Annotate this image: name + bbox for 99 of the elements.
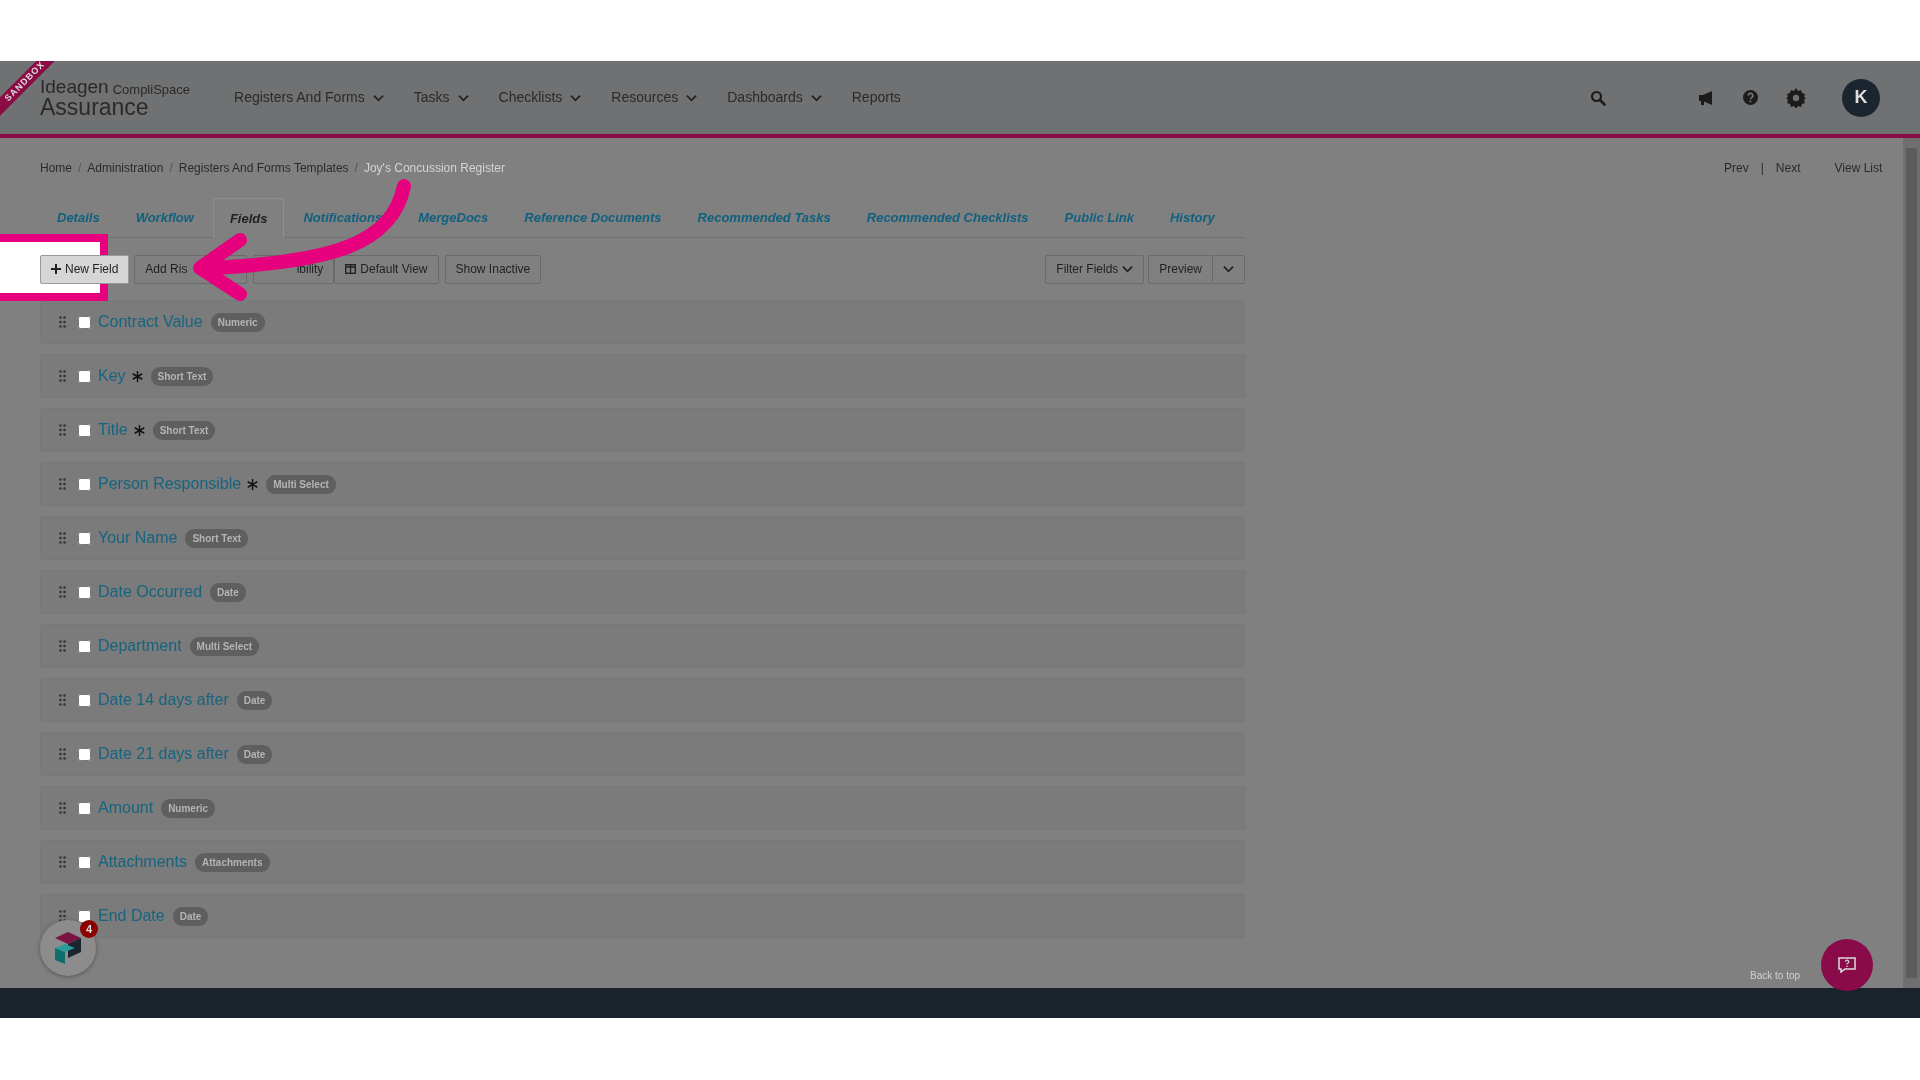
toolbar-button[interactable]: New Field (40, 254, 130, 284)
toolbar-button[interactable]: Default View (334, 254, 439, 284)
checkbox[interactable] (78, 369, 91, 383)
tab[interactable]: History (1164, 196, 1220, 237)
field-type-badge: Numeric (161, 798, 216, 818)
filter-dropdown[interactable]: Filter Fields (1045, 254, 1145, 284)
drag-handle-icon[interactable] (59, 586, 66, 598)
view-list-link[interactable]: View List (1834, 161, 1883, 175)
drag-handle-icon[interactable] (59, 532, 66, 544)
nav-menu-item[interactable]: Registers And Forms (234, 87, 384, 108)
field-type-badge: Date (236, 744, 273, 764)
checkbox[interactable] (78, 693, 91, 707)
checkbox[interactable] (78, 855, 91, 869)
field-name-link[interactable]: Date Occurred (98, 580, 203, 604)
field-name-link[interactable]: Date 21 days after (98, 742, 229, 766)
drag-handle-icon[interactable] (59, 802, 66, 814)
settings-icon[interactable] (1786, 87, 1806, 108)
breadcrumb-link[interactable]: Home (40, 161, 72, 188)
columns-icon (345, 264, 357, 274)
field-type-badge: Multi Select (266, 474, 336, 494)
breadcrumb-link[interactable]: Registers And Forms Templates (178, 161, 349, 188)
drag-handle-icon[interactable] (59, 856, 66, 868)
breadcrumb-link[interactable]: Administration (87, 161, 164, 188)
checkbox[interactable] (78, 477, 91, 491)
chevron-down-icon (457, 93, 469, 102)
breadcrumb-separator: / (169, 161, 173, 177)
notification-badge: 4 (80, 920, 98, 938)
checkbox[interactable] (78, 531, 91, 545)
checkbox[interactable] (78, 315, 91, 329)
checkbox[interactable] (78, 639, 91, 653)
help-icon[interactable] (1743, 90, 1758, 105)
drag-handle-icon[interactable] (59, 748, 66, 760)
nav-menu-item[interactable]: Checklists (498, 87, 582, 108)
dropdown-toggle-button[interactable] (1213, 254, 1245, 284)
breadcrumb-separator: / (78, 161, 82, 177)
search-icon[interactable] (1590, 89, 1606, 106)
nav-menu-item[interactable]: Tasks (413, 87, 469, 108)
checkbox[interactable] (78, 909, 91, 923)
checkbox[interactable] (78, 801, 91, 815)
field-name-link[interactable]: Department (98, 634, 182, 658)
nav-menu-item[interactable]: Resources (611, 87, 698, 108)
tab[interactable]: Recommended Tasks (692, 196, 836, 237)
checkbox[interactable] (78, 423, 91, 437)
drag-handle-icon[interactable] (59, 640, 66, 652)
chevron-down-icon (1122, 265, 1134, 273)
tab[interactable]: Workflow (130, 196, 199, 237)
field-type-badge: Short Text (152, 420, 216, 440)
field-type-badge: Date (210, 582, 246, 602)
chevron-down-icon (570, 93, 582, 102)
drag-handle-icon[interactable] (59, 424, 66, 436)
field-type-badge: Attachments (194, 852, 270, 872)
field-name-link[interactable]: Key (98, 364, 126, 388)
drag-handle-icon[interactable] (59, 370, 66, 382)
tab[interactable]: Fields (212, 197, 285, 238)
field-name-link[interactable]: Contract Value (98, 310, 203, 334)
toolbar-button[interactable]: Show Inactive (444, 254, 542, 284)
drag-handle-icon[interactable] (59, 316, 66, 328)
prev-link[interactable]: Prev (1724, 161, 1749, 175)
field-name-link[interactable]: Attachments (98, 850, 187, 874)
drag-handle-icon[interactable] (59, 910, 66, 922)
field-type-badge: Multi Select (189, 636, 260, 656)
field-type-badge: Date (236, 690, 273, 710)
product-name: CompliSpace (112, 82, 190, 96)
next-link[interactable]: Next (1775, 161, 1801, 175)
pager-separator: | (1760, 161, 1764, 175)
tab[interactable]: Public Link (1059, 196, 1139, 237)
tab[interactable]: MergeDocs (413, 196, 494, 237)
field-name-link[interactable]: Your Name (98, 526, 178, 550)
drag-handle-icon[interactable] (59, 694, 66, 706)
field-type-badge: Short Text (185, 528, 249, 548)
chat-bubble-icon (1838, 957, 1856, 973)
field-name-link[interactable]: Amount (98, 796, 154, 820)
field-name-link[interactable]: Person Responsible (98, 472, 242, 496)
drag-handle-icon[interactable] (59, 478, 66, 490)
tab[interactable]: Reference Documents (519, 196, 667, 237)
chevron-down-icon (1223, 265, 1234, 273)
field-name-link[interactable]: End Date (98, 904, 165, 928)
field-type-badge: Short Text (150, 366, 214, 386)
back-to-top-link[interactable]: Back to top (1750, 970, 1801, 982)
field-type-badge: Numeric (210, 312, 265, 332)
nav-menu-item[interactable]: Reports (851, 87, 901, 108)
field-name-link[interactable]: Date 14 days after (98, 688, 229, 712)
checkbox[interactable] (78, 747, 91, 761)
scrollbar[interactable] (1903, 138, 1920, 988)
chevron-down-icon (372, 93, 384, 102)
user-avatar[interactable]: K (1842, 78, 1880, 117)
chevron-down-icon (810, 93, 822, 102)
breadcrumb-separator: / (354, 161, 358, 177)
tab[interactable]: Recommended Checklists (861, 196, 1034, 237)
preview-button[interactable]: Preview (1148, 254, 1213, 284)
field-name-link[interactable]: Title (98, 418, 128, 442)
tab[interactable]: Notifications (298, 196, 388, 237)
nav-menu-item[interactable]: Dashboards (727, 87, 822, 108)
plus-icon (51, 264, 61, 274)
chevron-down-icon (686, 93, 698, 102)
tab[interactable]: Details (52, 196, 105, 237)
field-type-badge: Date (172, 906, 209, 926)
megaphone-icon[interactable] (1698, 89, 1715, 106)
checkbox[interactable] (78, 585, 91, 599)
